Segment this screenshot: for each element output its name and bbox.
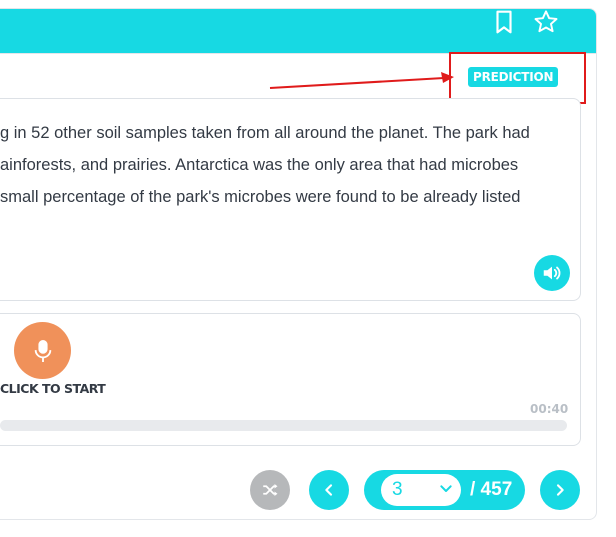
record-timer: 00:40 [530,402,569,416]
record-button[interactable] [14,322,71,379]
chevron-right-icon [556,484,564,496]
shuffle-icon [263,484,278,496]
total-pages: / 457 [470,479,513,500]
favorite-button[interactable] [532,8,560,36]
bookmark-icon [496,10,512,34]
microphone-icon [34,339,51,362]
question-page: PREDICTION g in 52 other soil samples ta… [0,0,616,537]
passage-line: g in 52 other soil samples taken from al… [0,124,530,142]
record-progress-bar [0,420,567,431]
chevron-down-icon [440,485,452,492]
annotation-arrow [269,72,454,89]
passage-text: g in 52 other soil samples taken from al… [0,117,600,213]
next-button[interactable] [540,470,580,510]
star-icon [534,10,558,33]
passage-line: small percentage of the park's microbes … [0,188,521,206]
bookmark-button[interactable] [490,8,518,36]
speaker-icon [543,266,561,280]
question-type-badge: PREDICTION [468,67,559,87]
shuffle-button[interactable] [250,470,290,510]
play-audio-button[interactable] [534,255,570,291]
passage-line: ainforests, and prairies. Antarctica was… [0,156,519,174]
current-page: 3 [392,479,403,500]
previous-button[interactable] [309,470,349,510]
chevron-left-icon [325,484,333,496]
record-start-label: CLICK TO START [0,381,106,396]
